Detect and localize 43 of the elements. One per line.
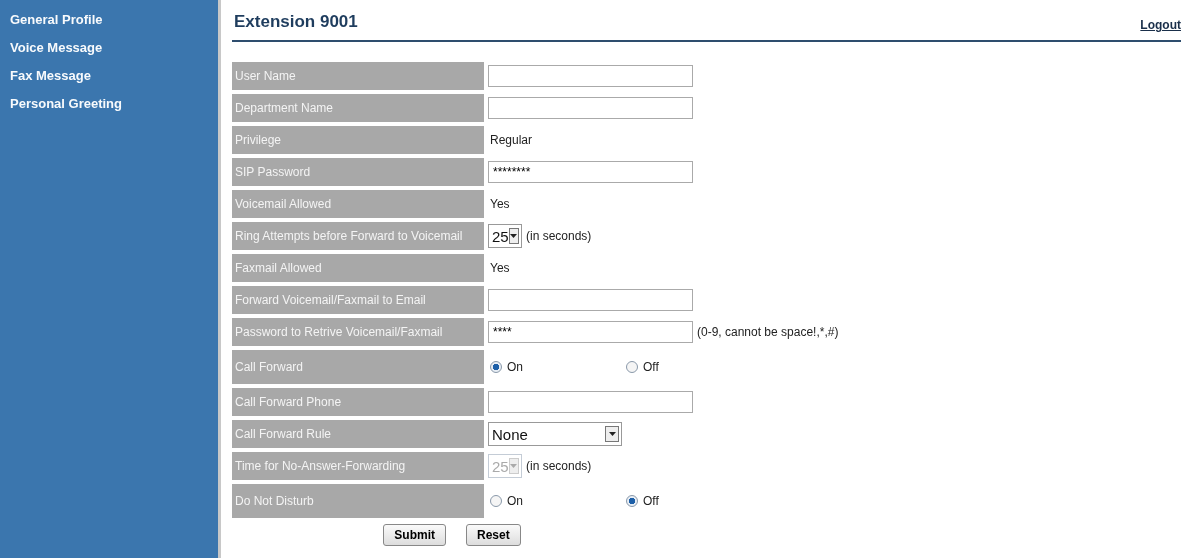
sidebar-link[interactable]: Fax Message (0, 66, 218, 90)
caret-icon (508, 458, 519, 474)
unit-text: (in seconds) (526, 459, 592, 473)
field-label: User Name (232, 62, 484, 90)
value-text: Regular (489, 133, 533, 147)
hint-text: (0-9, cannot be space!,*,#) (697, 325, 839, 339)
caret-icon (605, 426, 619, 442)
radio-option[interactable]: Off (624, 494, 756, 508)
field-label: SIP Password (232, 158, 484, 186)
field-label: Do Not Disturb (232, 484, 484, 518)
field-label: Call Forward (232, 350, 484, 384)
page-title: Extension 9001 (234, 12, 358, 32)
logout-link[interactable]: Logout (1140, 18, 1181, 32)
dropdown[interactable]: 25 (488, 224, 522, 248)
field-label: Forward Voicemail/Faxmail to Email (232, 286, 484, 314)
field-label: Privilege (232, 126, 484, 154)
dropdown[interactable]: None (488, 422, 622, 446)
sidebar-link[interactable]: Voice Message (0, 38, 218, 62)
input-field[interactable] (488, 97, 693, 119)
unit-text: (in seconds) (526, 229, 592, 243)
input-field[interactable] (488, 391, 693, 413)
radio-option[interactable]: On (488, 494, 620, 508)
input-field[interactable] (488, 65, 693, 87)
field-label: Call Forward Phone (232, 388, 484, 416)
value-text: Yes (489, 197, 510, 211)
submit-button[interactable]: Submit (383, 524, 446, 546)
reset-button[interactable]: Reset (466, 524, 521, 546)
input-field[interactable] (488, 289, 693, 311)
input-field[interactable]: **** (488, 321, 693, 343)
field-label: Faxmail Allowed (232, 254, 484, 282)
sidebar-link[interactable]: General Profile (0, 10, 218, 34)
radio-option[interactable]: On (488, 360, 620, 374)
field-label: Password to Retrive Voicemail/Faxmail (232, 318, 484, 346)
input-field[interactable]: ******** (488, 161, 693, 183)
value-text: Yes (489, 261, 510, 275)
field-label: Department Name (232, 94, 484, 122)
field-label: Voicemail Allowed (232, 190, 484, 218)
field-label: Call Forward Rule (232, 420, 484, 448)
field-label: Time for No-Answer-Forwarding (232, 452, 484, 480)
radio-option[interactable]: Off (624, 360, 756, 374)
sidebar-link[interactable]: Personal Greeting (0, 94, 218, 118)
field-label: Ring Attempts before Forward to Voicemail (232, 222, 484, 250)
caret-icon (508, 228, 519, 244)
